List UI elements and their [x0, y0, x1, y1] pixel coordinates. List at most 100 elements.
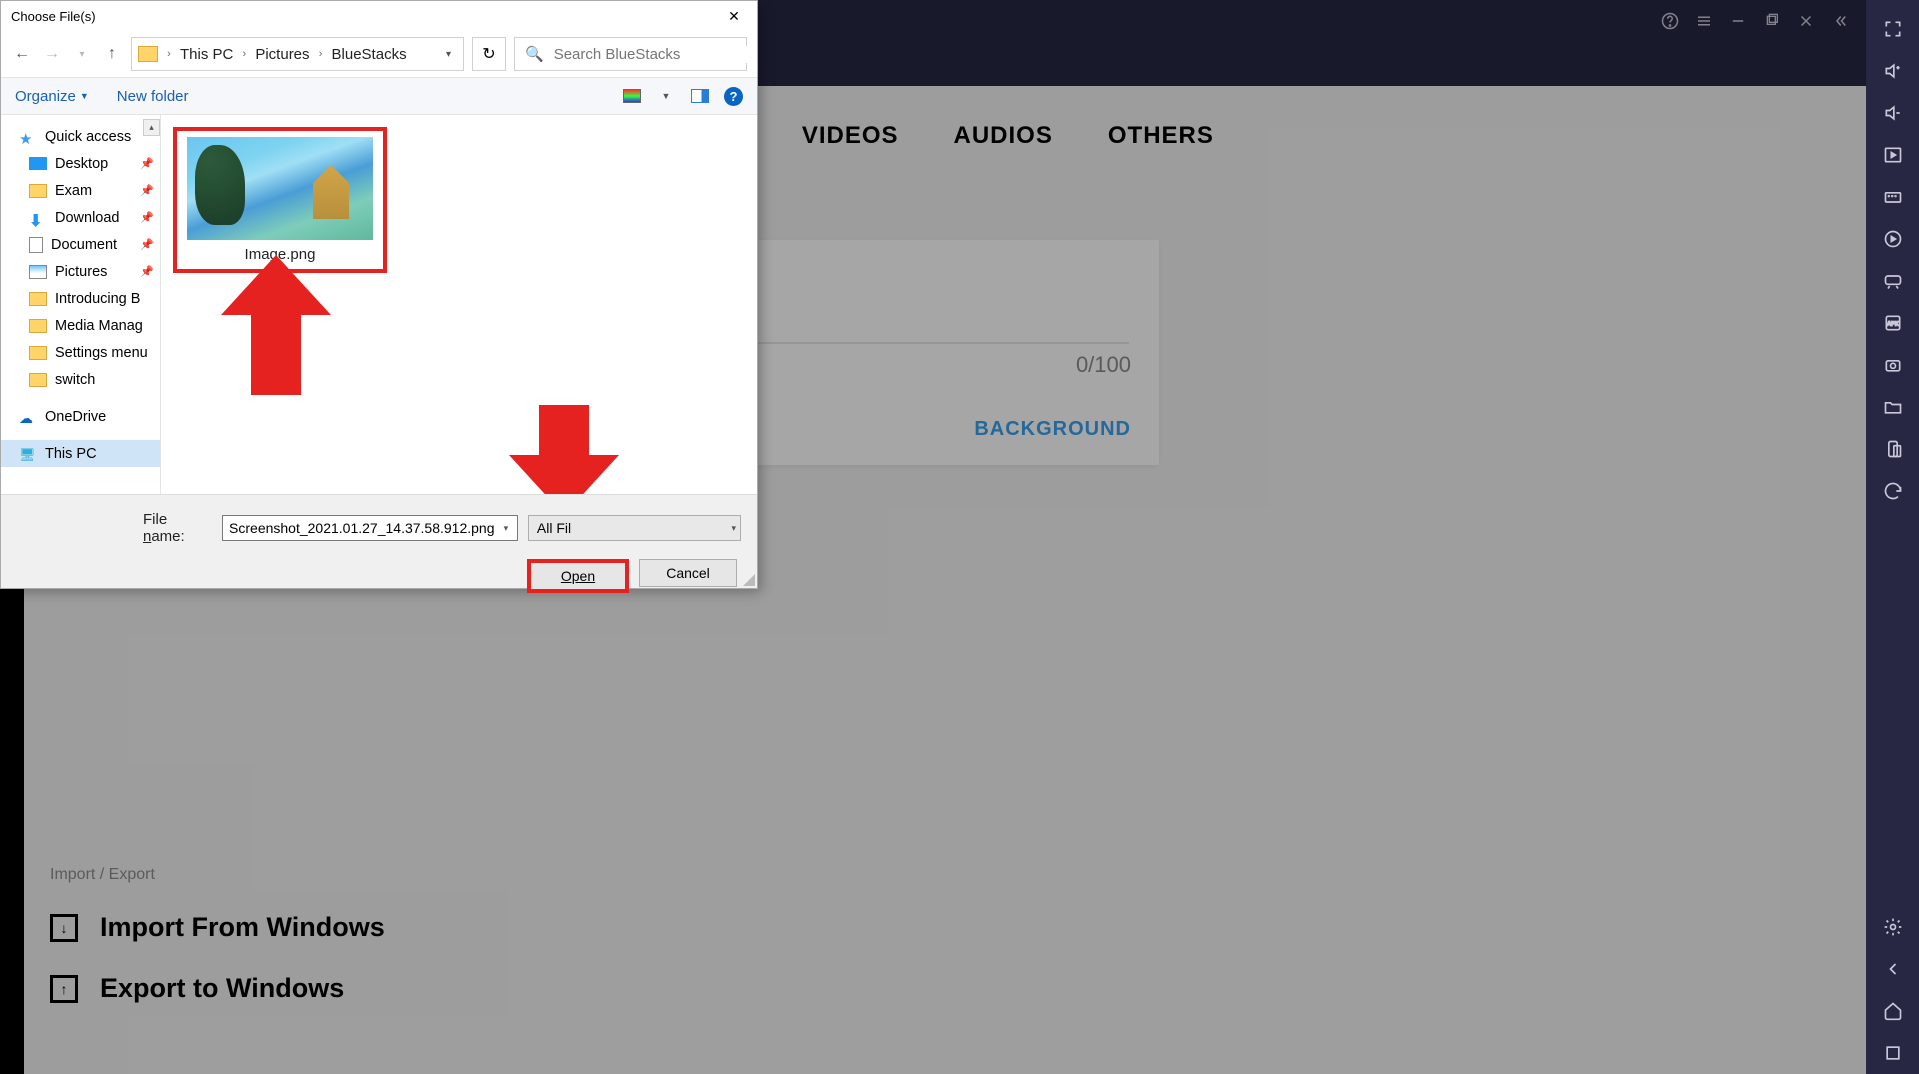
address-bar[interactable]: › This PC › Pictures › BlueStacks ▾	[131, 37, 464, 71]
dialog-title: Choose File(s)	[11, 9, 96, 24]
import-from-windows[interactable]: ↓ Import From Windows	[50, 912, 385, 943]
resize-grip[interactable]	[743, 574, 755, 586]
import-export-label: Import / Export	[50, 866, 385, 884]
annotation-arrow-down	[509, 405, 619, 494]
pin-icon: 📌	[140, 184, 154, 197]
folder-tree: ★Quick access Desktop📌 Exam📌 ⬇Download📌 …	[1, 115, 161, 494]
keyboard-icon[interactable]	[1866, 176, 1919, 218]
folder-icon[interactable]	[1866, 386, 1919, 428]
nav-up-button[interactable]: ↑	[101, 43, 123, 65]
tree-scroll-up[interactable]: ▴	[143, 119, 160, 136]
dialog-titlebar: Choose File(s) ✕	[1, 1, 757, 31]
back-icon[interactable]	[1866, 948, 1919, 990]
pin-icon: 📌	[140, 157, 154, 170]
breadcrumb-bluestacks[interactable]: BlueStacks	[332, 46, 407, 63]
new-folder-button[interactable]: New folder	[117, 88, 189, 105]
tree-onedrive[interactable]: ☁OneDrive	[1, 403, 160, 430]
dialog-close-button[interactable]: ✕	[713, 2, 755, 30]
chevron-down-icon[interactable]: ▾	[731, 523, 736, 534]
import-label: Import From Windows	[100, 912, 385, 943]
volume-down-icon[interactable]	[1866, 92, 1919, 134]
file-pane[interactable]: Image.png	[161, 115, 757, 494]
tree-this-pc[interactable]: 🖥This PC	[1, 440, 160, 467]
gamepad-icon[interactable]	[1866, 260, 1919, 302]
screenshot-icon[interactable]	[1866, 344, 1919, 386]
breadcrumb-pictures[interactable]: Pictures	[255, 46, 309, 63]
file-name-input[interactable]	[229, 520, 511, 536]
tree-introducing[interactable]: Introducing B	[1, 285, 160, 312]
pin-icon: 📌	[140, 265, 154, 278]
file-chooser-dialog: Choose File(s) ✕ ← → ▾ ↑ › This PC › Pic…	[0, 0, 758, 589]
play-icon[interactable]	[1866, 134, 1919, 176]
chevron-right-icon: ›	[237, 48, 251, 60]
fullscreen-icon[interactable]	[1866, 8, 1919, 50]
folder-icon	[138, 46, 158, 62]
pin-icon: 📌	[140, 238, 154, 251]
search-icon: 🔍	[525, 45, 544, 63]
nav-history-dropdown[interactable]: ▾	[71, 43, 93, 65]
file-thumbnail	[187, 137, 373, 240]
record-icon[interactable]	[1866, 218, 1919, 260]
tree-settings[interactable]: Settings menu	[1, 339, 160, 366]
search-box[interactable]: 🔍	[514, 37, 747, 71]
tree-exam[interactable]: Exam📌	[1, 177, 160, 204]
apk-icon[interactable]: APK	[1866, 302, 1919, 344]
tree-download[interactable]: ⬇Download📌	[1, 204, 160, 231]
tree-switch[interactable]: switch	[1, 366, 160, 393]
tree-desktop[interactable]: Desktop📌	[1, 150, 160, 177]
view-options-icon[interactable]	[622, 88, 642, 104]
file-type-filter[interactable]: All Fil ▾	[528, 515, 741, 541]
tree-document[interactable]: Document📌	[1, 231, 160, 258]
pin-icon: 📌	[140, 211, 154, 224]
view-dropdown-icon[interactable]: ▼	[656, 88, 676, 104]
background-button[interactable]: BACKGROUND	[974, 418, 1131, 441]
open-button[interactable]: Open	[527, 559, 629, 593]
collapse-icon[interactable]	[1824, 5, 1856, 37]
dialog-toolbar: Organize ▼ New folder ▼ ?	[1, 77, 757, 115]
annotation-arrow-up	[221, 255, 331, 395]
chevron-right-icon: ›	[162, 48, 176, 60]
maximize-icon[interactable]	[1756, 5, 1788, 37]
post-char-count: 0/100	[1076, 352, 1131, 378]
file-name-combo[interactable]: ▾	[222, 515, 518, 541]
filter-label: All Fil	[537, 520, 571, 536]
dialog-body: ▴ ★Quick access Desktop📌 Exam📌 ⬇Download…	[1, 115, 757, 494]
dialog-footer: File name: ▾ All Fil ▾ Open Cancel	[1, 494, 757, 588]
nav-back-button[interactable]: ←	[11, 43, 33, 65]
breadcrumb-root[interactable]: This PC	[180, 46, 233, 63]
rotate-icon[interactable]	[1866, 470, 1919, 512]
nav-forward-button[interactable]: →	[41, 43, 63, 65]
export-to-windows[interactable]: ↑ Export to Windows	[50, 973, 385, 1004]
help-icon[interactable]	[1654, 5, 1686, 37]
organize-menu[interactable]: Organize ▼	[15, 88, 89, 105]
recents-icon[interactable]	[1866, 1032, 1919, 1074]
file-name-label: File name:	[143, 511, 212, 545]
chevron-right-icon: ›	[314, 48, 328, 60]
dialog-nav-bar: ← → ▾ ↑ › This PC › Pictures › BlueStack…	[1, 31, 757, 77]
file-item-image[interactable]: Image.png	[173, 127, 387, 273]
tree-pictures[interactable]: Pictures📌	[1, 258, 160, 285]
preview-pane-icon[interactable]	[690, 88, 710, 104]
refresh-button[interactable]: ↻	[472, 37, 506, 71]
tab-videos[interactable]: VIDEOS	[802, 122, 899, 150]
tab-others[interactable]: OTHERS	[1108, 122, 1214, 150]
import-export-section: Import / Export ↓ Import From Windows ↑ …	[50, 866, 385, 1034]
settings-icon[interactable]	[1866, 906, 1919, 948]
tab-audios[interactable]: AUDIOS	[954, 122, 1053, 150]
chevron-down-icon[interactable]: ▾	[497, 518, 515, 538]
import-icon: ↓	[50, 914, 78, 942]
address-dropdown-icon[interactable]: ▾	[440, 49, 457, 60]
close-icon[interactable]	[1790, 5, 1822, 37]
tree-quick-access[interactable]: ★Quick access	[1, 123, 160, 150]
menu-icon[interactable]	[1688, 5, 1720, 37]
volume-up-icon[interactable]	[1866, 50, 1919, 92]
phone-icon[interactable]	[1866, 428, 1919, 470]
help-icon[interactable]: ?	[724, 87, 743, 106]
cancel-button[interactable]: Cancel	[639, 559, 737, 587]
search-input[interactable]	[554, 46, 753, 63]
tree-media[interactable]: Media Manag	[1, 312, 160, 339]
export-label: Export to Windows	[100, 973, 344, 1004]
home-icon[interactable]	[1866, 990, 1919, 1032]
export-icon: ↑	[50, 975, 78, 1003]
minimize-icon[interactable]	[1722, 5, 1754, 37]
